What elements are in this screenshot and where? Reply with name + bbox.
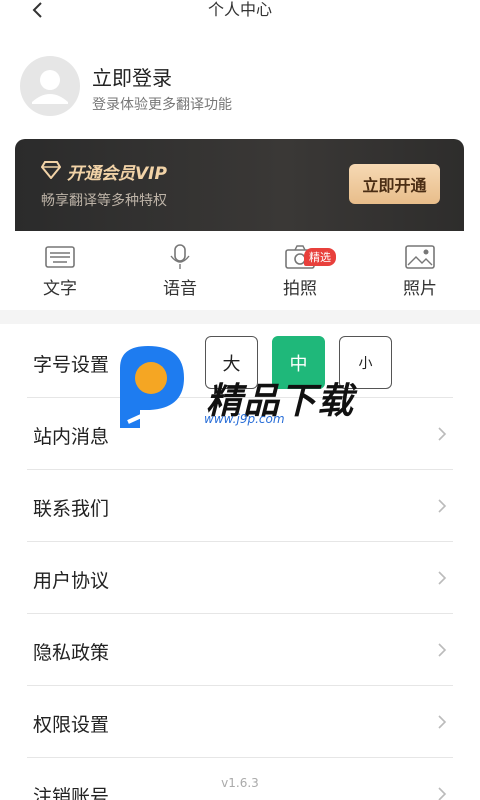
menu-row-privacy[interactable]: 隐私政策	[27, 614, 453, 686]
menu-label: 联系我们	[33, 498, 110, 520]
vip-title: 开通会员VIP	[67, 164, 167, 184]
vip-banner[interactable]: 开通会员VIP 畅享翻译等多种特权 立即开通	[15, 139, 464, 231]
quick-text[interactable]: 文字	[0, 240, 120, 304]
quick-label: 拍照	[283, 279, 317, 299]
section-divider	[0, 310, 480, 324]
open-vip-button[interactable]: 立即开通	[349, 164, 440, 204]
watermark-logo-icon	[120, 346, 184, 428]
menu-label: 用户协议	[33, 570, 110, 592]
menu-label: 隐私政策	[33, 642, 110, 664]
quick-actions: 文字 语音 精选 拍照 照片	[0, 240, 480, 304]
menu-label: 站内消息	[33, 426, 110, 448]
menu-row-permissions[interactable]: 权限设置	[27, 686, 453, 758]
chevron-right-icon	[438, 715, 447, 729]
chevron-right-icon	[438, 499, 447, 513]
user-avatar-icon[interactable]	[20, 56, 80, 116]
login-subtitle: 登录体验更多翻译功能	[92, 97, 232, 113]
diamond-icon	[41, 161, 61, 179]
chevron-right-icon	[438, 643, 447, 657]
quick-voice[interactable]: 语音	[120, 240, 240, 304]
page-title: 个人中心	[207, 0, 272, 19]
font-size-label: 字号设置	[33, 354, 110, 376]
chevron-right-icon	[438, 571, 447, 585]
quick-label: 文字	[43, 279, 77, 299]
top-bar: 个人中心	[0, 0, 480, 24]
chevron-right-icon	[438, 427, 447, 441]
quick-photo[interactable]: 精选 拍照	[240, 240, 360, 304]
quick-image[interactable]: 照片	[360, 240, 480, 304]
watermark-url: www.j9p.com	[204, 412, 285, 426]
menu-label: 权限设置	[33, 714, 110, 736]
microphone-icon	[170, 244, 190, 269]
image-icon	[405, 245, 435, 269]
app-version: v1.6.3	[221, 776, 259, 790]
menu-row-contact[interactable]: 联系我们	[27, 470, 453, 542]
quick-label: 照片	[403, 279, 437, 299]
menu-row-user-agreement[interactable]: 用户协议	[27, 542, 453, 614]
quick-label: 语音	[163, 279, 197, 299]
profile-section[interactable]: 立即登录 登录体验更多翻译功能	[20, 56, 460, 118]
login-title[interactable]: 立即登录	[92, 62, 172, 91]
vip-subtitle: 畅享翻译等多种特权	[41, 193, 167, 209]
featured-badge: 精选	[304, 248, 336, 266]
watermark: 精品下载 www.j9p.com	[110, 338, 370, 438]
keyboard-icon	[45, 246, 75, 268]
